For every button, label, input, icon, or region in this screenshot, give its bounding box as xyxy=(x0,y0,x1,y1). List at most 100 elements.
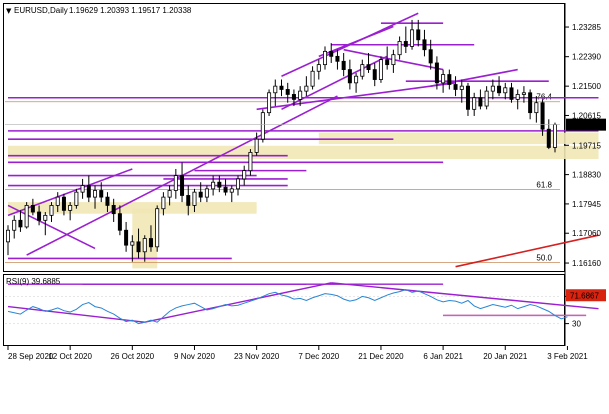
bearish-candle-body xyxy=(117,213,122,231)
bearish-candle-body xyxy=(465,85,470,110)
bullish-candle-body xyxy=(155,208,160,248)
candle xyxy=(248,149,253,176)
bullish-candle-body xyxy=(173,175,178,191)
support-zones xyxy=(8,132,599,269)
candle xyxy=(478,89,483,110)
bearish-candle-body xyxy=(111,205,116,215)
bullish-candle-body xyxy=(316,64,321,72)
rsi-tick-label: 30 xyxy=(572,320,581,329)
bullish-candle-body xyxy=(360,64,365,77)
candle xyxy=(528,89,533,120)
bullish-candle-body xyxy=(410,29,415,47)
bullish-candle-body xyxy=(74,191,79,206)
bearish-candle-body xyxy=(416,29,421,41)
bullish-candle-body xyxy=(521,92,526,95)
bearish-candle-body xyxy=(366,64,371,70)
candle xyxy=(80,178,85,199)
candle xyxy=(465,82,470,116)
collapse-triangle-icon[interactable]: ▼ xyxy=(6,7,12,15)
price-tick-label: 1.16160 xyxy=(572,259,601,268)
candle xyxy=(397,36,402,60)
candle xyxy=(503,82,508,100)
bearish-candle-body xyxy=(546,128,551,148)
bearish-candle-body xyxy=(372,69,377,80)
bullish-candle-body xyxy=(310,70,315,87)
candle xyxy=(509,82,514,103)
price-tick-label: 1.19715 xyxy=(572,141,601,150)
bullish-candle-body xyxy=(267,92,272,114)
candle xyxy=(173,168,178,199)
time-axis: 28 Sep 202012 Oct 2020 26 Oct 2020 9 Nov 2… xyxy=(7,346,588,361)
candle xyxy=(335,49,340,70)
bearish-candle-body xyxy=(497,85,502,94)
bearish-candle-body xyxy=(18,219,23,228)
bullish-candle-body xyxy=(55,196,60,206)
bullish-candle-body xyxy=(192,191,197,206)
bearish-candle-body xyxy=(217,181,222,188)
bullish-candle-body xyxy=(229,188,234,193)
bullish-candle-body xyxy=(260,112,265,140)
candle xyxy=(316,59,321,80)
fib-level-label: 61.8 xyxy=(536,181,552,190)
bullish-candle-body xyxy=(534,102,539,114)
candle xyxy=(12,215,17,239)
bullish-candle-body xyxy=(161,196,166,210)
bullish-candle-body xyxy=(80,185,85,193)
candle xyxy=(521,86,526,103)
bullish-candle-body xyxy=(354,75,359,84)
bullish-candle-body xyxy=(378,59,383,80)
candle xyxy=(441,69,446,93)
bearish-candle-body xyxy=(105,196,110,206)
candle xyxy=(515,89,520,110)
candle xyxy=(223,178,228,196)
candle xyxy=(323,46,328,70)
candle xyxy=(472,92,477,116)
candle xyxy=(453,76,458,97)
bullish-candle-body xyxy=(211,181,216,190)
bearish-candle-body xyxy=(291,94,296,100)
bearish-candle-body xyxy=(422,39,427,51)
time-tick-label: 9 Nov 2020 xyxy=(174,352,215,361)
bullish-candle-body xyxy=(490,85,495,92)
candle xyxy=(267,89,272,116)
fibonacci-levels: 76.461.850.0 xyxy=(5,93,560,263)
bullish-candle-body xyxy=(298,90,303,100)
bearish-candle-body xyxy=(540,102,545,130)
candle xyxy=(49,202,54,222)
bullish-candle-body xyxy=(6,229,11,243)
bullish-candle-body xyxy=(235,178,240,190)
bullish-candle-body xyxy=(515,94,520,100)
candle xyxy=(229,185,234,203)
candle xyxy=(204,185,209,203)
candle xyxy=(422,29,427,57)
bearish-candle-body xyxy=(198,191,203,198)
candle xyxy=(447,69,452,90)
price-tick-label: 1.21500 xyxy=(572,82,601,91)
bullish-candle-body xyxy=(553,124,558,148)
bearish-candle-body xyxy=(447,74,452,85)
bearish-candle-body xyxy=(186,195,191,206)
bullish-candle-body xyxy=(273,85,278,94)
bullish-candle-body xyxy=(49,205,54,216)
candle xyxy=(484,86,489,110)
bearish-candle-body xyxy=(335,55,340,62)
candle xyxy=(260,109,265,143)
ohlc-label: 1.19629 1.20393 1.19517 1.20338 xyxy=(69,6,192,15)
candle xyxy=(285,82,290,103)
bearish-candle-body xyxy=(223,186,228,193)
candle xyxy=(546,119,551,150)
candle xyxy=(180,162,185,203)
bearish-candle-body xyxy=(148,238,153,248)
candle xyxy=(310,66,315,90)
time-tick-label: 7 Dec 2020 xyxy=(298,352,339,361)
bearish-candle-body xyxy=(180,175,185,196)
rsi-line xyxy=(7,289,568,325)
bullish-candle-body xyxy=(391,54,396,66)
bullish-candle-body xyxy=(43,214,48,221)
current-price-label: 1.20338 xyxy=(570,121,599,130)
price-tick-label: 1.17945 xyxy=(572,200,601,209)
symbol-label: EURUSD,Daily xyxy=(14,6,68,15)
bearish-candle-body xyxy=(124,229,129,246)
bullish-candle-body xyxy=(304,85,309,92)
time-tick-label: 23 Nov 2020 xyxy=(234,352,280,361)
